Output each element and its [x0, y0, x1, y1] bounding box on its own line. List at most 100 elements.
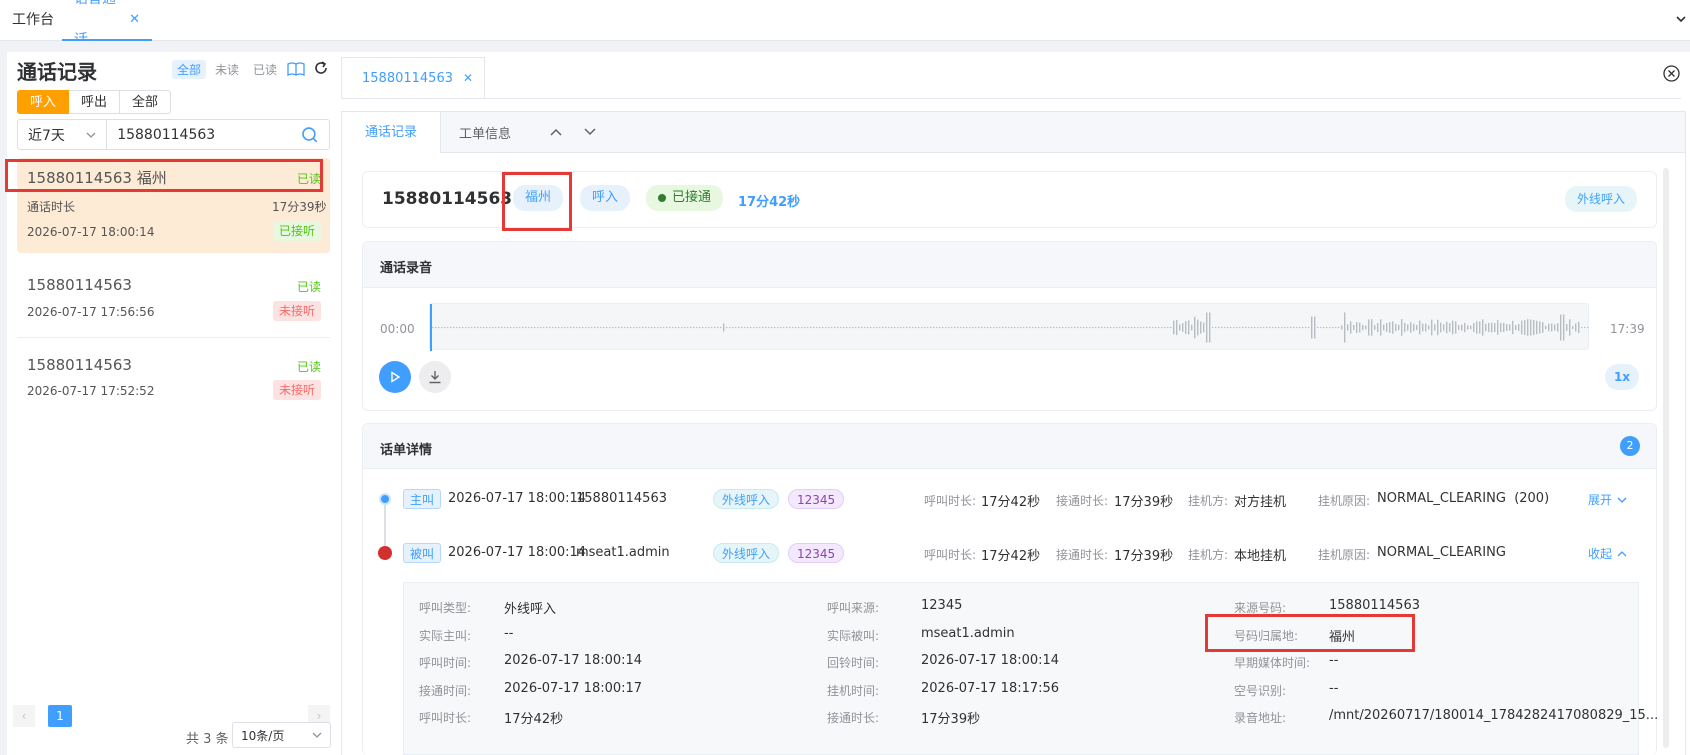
speed-button[interactable]: 1x: [1605, 364, 1639, 390]
list-item[interactable]: [17, 260, 330, 338]
waveform-bar: [1017, 326, 1019, 329]
waveform-bar: [1065, 326, 1067, 329]
waveform-bar: [579, 326, 581, 329]
waveform-bar: [966, 326, 968, 329]
waveform-bar: [1176, 319, 1178, 336]
filter-read[interactable]: 已读: [248, 60, 282, 79]
search-input[interactable]: [107, 121, 302, 148]
missed-badge: 未接听: [273, 301, 322, 321]
close-icon[interactable]: ✕: [129, 0, 140, 40]
waveform-bar: [951, 326, 953, 329]
waveform-bar: [702, 326, 704, 329]
waveform-bar: [864, 326, 866, 329]
waveform-bar: [1278, 326, 1280, 329]
waveform-bar: [1386, 323, 1388, 332]
waveform-bar: [522, 326, 524, 329]
waveform-bar: [1587, 326, 1589, 329]
reason-value: NORMAL_CLEARING (200): [1377, 491, 1550, 506]
waveform-bar: [1506, 324, 1508, 331]
close-icon[interactable]: ✕: [463, 71, 473, 85]
waveform-bar: [432, 326, 434, 329]
waveform-bar: [675, 326, 677, 329]
chevron-down-icon[interactable]: [584, 127, 596, 137]
waveform-bar: [759, 326, 761, 329]
waveform-bar: [1020, 326, 1022, 329]
waveform-bar: [1269, 326, 1271, 329]
tab-call-record[interactable]: 通话记录: [341, 111, 441, 154]
waveform-bar: [1446, 321, 1448, 334]
waveform-bar: [756, 326, 758, 329]
waveform-bar: [969, 326, 971, 329]
prev-page-button[interactable]: ‹: [13, 705, 35, 727]
page-size-select[interactable]: 10条/页: [232, 722, 331, 748]
scrollbar[interactable]: [1663, 168, 1669, 748]
info-label: 接通时间:: [419, 683, 472, 698]
collapse-button[interactable]: 收起: [1588, 545, 1627, 562]
waveform-bar: [1191, 324, 1193, 331]
waveform-bar: [1260, 326, 1262, 329]
chevron-down-icon: [1617, 497, 1627, 503]
info-value: 17分42秒: [504, 712, 564, 727]
waveform-bar: [1470, 325, 1472, 330]
waveform-bar: [1224, 326, 1226, 329]
waveform-bar: [1284, 326, 1286, 329]
waveform-bar: [1287, 326, 1289, 329]
page-1-button[interactable]: 1: [48, 705, 72, 727]
waveform-bar: [852, 326, 854, 329]
waveform-bar: [1248, 326, 1250, 329]
waveform-bar: [684, 326, 686, 329]
waveform-bar: [549, 326, 551, 329]
filter-all[interactable]: 全部: [172, 60, 207, 79]
waveform-bar: [726, 326, 728, 329]
refresh-icon[interactable]: [313, 60, 329, 76]
waveform-bar: [462, 326, 464, 329]
waveform-bar: [660, 326, 662, 329]
waveform-bar: [1125, 326, 1127, 329]
waveform[interactable]: [429, 303, 1589, 351]
filter-unread[interactable]: 未读: [210, 60, 244, 79]
search-icon[interactable]: [301, 126, 319, 144]
direction-in[interactable]: 呼入: [17, 90, 70, 114]
waveform-bar: [1407, 324, 1409, 331]
book-icon[interactable]: [287, 62, 305, 76]
hangup-value: 对方挂机: [1234, 495, 1287, 510]
chevron-up-icon[interactable]: [550, 127, 562, 137]
waveform-bar: [1566, 324, 1568, 331]
waveform-bar: [840, 326, 842, 329]
expand-button[interactable]: 展开: [1588, 491, 1627, 508]
leg-source-tag: 12345: [788, 489, 845, 509]
info-label: 录音地址:: [1234, 711, 1287, 725]
tab-ticket-info[interactable]: 工单信息: [459, 123, 511, 142]
download-button[interactable]: [419, 361, 451, 393]
waveform-bar: [1242, 326, 1244, 329]
list-item[interactable]: [17, 340, 330, 418]
info-value: --: [504, 625, 514, 641]
waveform-bar: [1116, 326, 1118, 329]
waveform-bar: [1539, 321, 1541, 334]
waveform-bar: [1530, 319, 1532, 336]
waveform-bar: [591, 326, 593, 329]
waveform-bar: [801, 326, 803, 329]
direction-all[interactable]: 全部: [120, 90, 172, 114]
waveform-bar: [1524, 319, 1526, 336]
date-range-select[interactable]: 近7天: [18, 120, 108, 149]
tab-number[interactable]: 15880114563 ✕: [341, 57, 485, 99]
info-label: 实际主叫:: [419, 628, 472, 643]
playhead[interactable]: [430, 304, 432, 351]
waveform-bar: [1575, 323, 1577, 332]
waveform-bar: [1467, 325, 1469, 330]
ring-label: 呼叫时长:: [924, 548, 977, 562]
tab-voice-call[interactable]: 语音通话 ✕: [62, 0, 152, 48]
waveform-bar: [1068, 326, 1070, 329]
waveform-bar: [858, 326, 860, 329]
waveform-bar: [1005, 326, 1007, 329]
waveform-bar: [696, 326, 698, 329]
waveform-bar: [1398, 324, 1400, 331]
waveform-bar: [1056, 326, 1058, 329]
close-circle-icon[interactable]: [1663, 65, 1680, 82]
play-button[interactable]: [379, 361, 411, 393]
tab-workbench[interactable]: 工作台: [0, 0, 66, 41]
direction-out[interactable]: 呼出: [69, 90, 121, 114]
chevron-down-icon[interactable]: [1675, 13, 1687, 25]
waveform-bar: [1542, 322, 1544, 333]
